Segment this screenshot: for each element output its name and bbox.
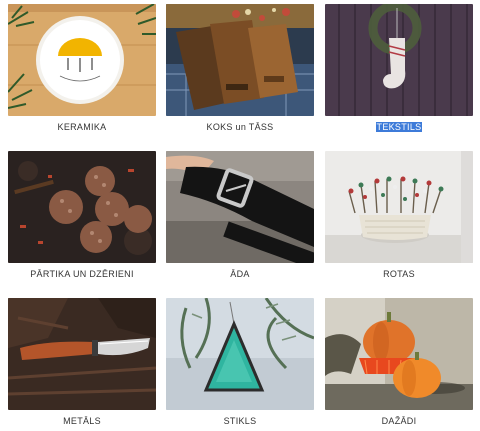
category-label[interactable]: STIKLS <box>166 416 314 426</box>
category-image-ada[interactable] <box>166 151 314 263</box>
category-image-partika-un-dzerieni[interactable] <box>8 151 156 263</box>
category-card-stikls[interactable]: STIKLS <box>166 298 314 426</box>
category-label[interactable]: TEKSTILS <box>325 122 473 132</box>
category-label[interactable]: METĀLS <box>8 416 156 426</box>
category-grid: KERAMIKA KOKS un TĀSS TEKSTILS PĀRTIKA U… <box>0 0 480 431</box>
category-card-keramika[interactable]: KERAMIKA <box>8 4 156 132</box>
category-card-koks-un-tass[interactable]: KOKS un TĀSS <box>166 4 314 132</box>
category-card-partika-un-dzerieni[interactable]: PĀRTIKA UN DZĒRIENI <box>8 151 156 279</box>
category-image-stikls[interactable] <box>166 298 314 410</box>
category-image-metals[interactable] <box>8 298 156 410</box>
category-image-keramika[interactable] <box>8 4 156 116</box>
category-label[interactable]: DAŽĀDI <box>325 416 473 426</box>
category-label[interactable]: PĀRTIKA UN DZĒRIENI <box>8 269 156 279</box>
category-image-dazadi[interactable] <box>325 298 473 410</box>
category-card-rotas[interactable]: ROTAS <box>325 151 473 279</box>
category-card-metals[interactable]: METĀLS <box>8 298 156 426</box>
category-card-dazadi[interactable]: DAŽĀDI <box>325 298 473 426</box>
category-label[interactable]: ĀDA <box>166 269 314 279</box>
selected-text: TEKSTILS <box>375 122 423 132</box>
category-label[interactable]: ROTAS <box>325 269 473 279</box>
category-image-tekstils[interactable] <box>325 4 473 116</box>
category-label[interactable]: KERAMIKA <box>8 122 156 132</box>
category-card-ada[interactable]: ĀDA <box>166 151 314 279</box>
category-label[interactable]: KOKS un TĀSS <box>166 122 314 132</box>
category-card-tekstils[interactable]: TEKSTILS <box>325 4 473 132</box>
category-image-koks-un-tass[interactable] <box>166 4 314 116</box>
category-image-rotas[interactable] <box>325 151 473 263</box>
